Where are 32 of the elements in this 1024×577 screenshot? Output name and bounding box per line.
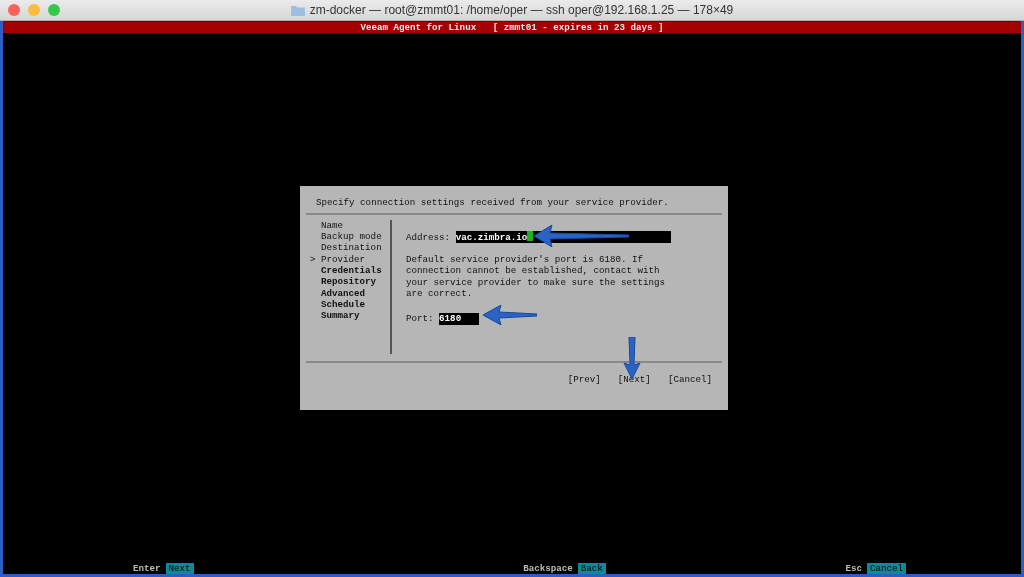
shortcut-action[interactable]: Next (165, 562, 194, 574)
wizard-step: Advanced (321, 287, 366, 299)
text-cursor (527, 230, 534, 241)
current-step-marker: > (310, 253, 317, 265)
wizard-step: Destination (321, 242, 382, 254)
wizard-button[interactable]: [Next] (617, 373, 651, 386)
window-title: zm-docker — root@zmmt01: /home/oper — ssh oper@192.168.1.25 — 178×49 (309, 3, 734, 17)
wizard-step: Provider (321, 253, 366, 265)
close-icon[interactable] (8, 4, 20, 16)
shortcut-key: Backspace (523, 562, 573, 574)
wizard-step: Repository (321, 276, 377, 288)
annotation-arrow (483, 305, 538, 326)
app-header: Veeam Agent for Linux [ zmmt01 - expires in 23 days ] (3, 21, 1021, 33)
port-field[interactable]: 6180 (439, 313, 480, 325)
shortcut-action[interactable]: Cancel (866, 562, 906, 574)
folder-icon (290, 4, 305, 16)
minimize-icon[interactable] (28, 4, 40, 16)
shortcut-action[interactable]: Back (577, 562, 606, 574)
port-label: Port: (406, 313, 434, 325)
port-note: Default service provider's port is 6180. If connection cannot be established, contact with your service provider to make sure the settings are correct. (406, 254, 667, 300)
wizard-step: Schedule (321, 298, 366, 311)
wizard-step: Backup mode (321, 231, 382, 243)
shortcut-key: Enter (133, 562, 161, 574)
wizard-step: Credentials (321, 265, 382, 277)
wizard-button[interactable]: [Prev] (567, 373, 601, 386)
instruction-text: Specify connection settings received from your service provider. (316, 196, 669, 208)
wizard-step: Summary (321, 310, 360, 322)
wizard-step: Name (321, 219, 344, 232)
zoom-icon[interactable] (48, 4, 60, 16)
wizard-button[interactable]: [Cancel] (667, 373, 712, 386)
address-label: Address: (406, 231, 451, 243)
shortcut-key: Esc (845, 562, 862, 574)
